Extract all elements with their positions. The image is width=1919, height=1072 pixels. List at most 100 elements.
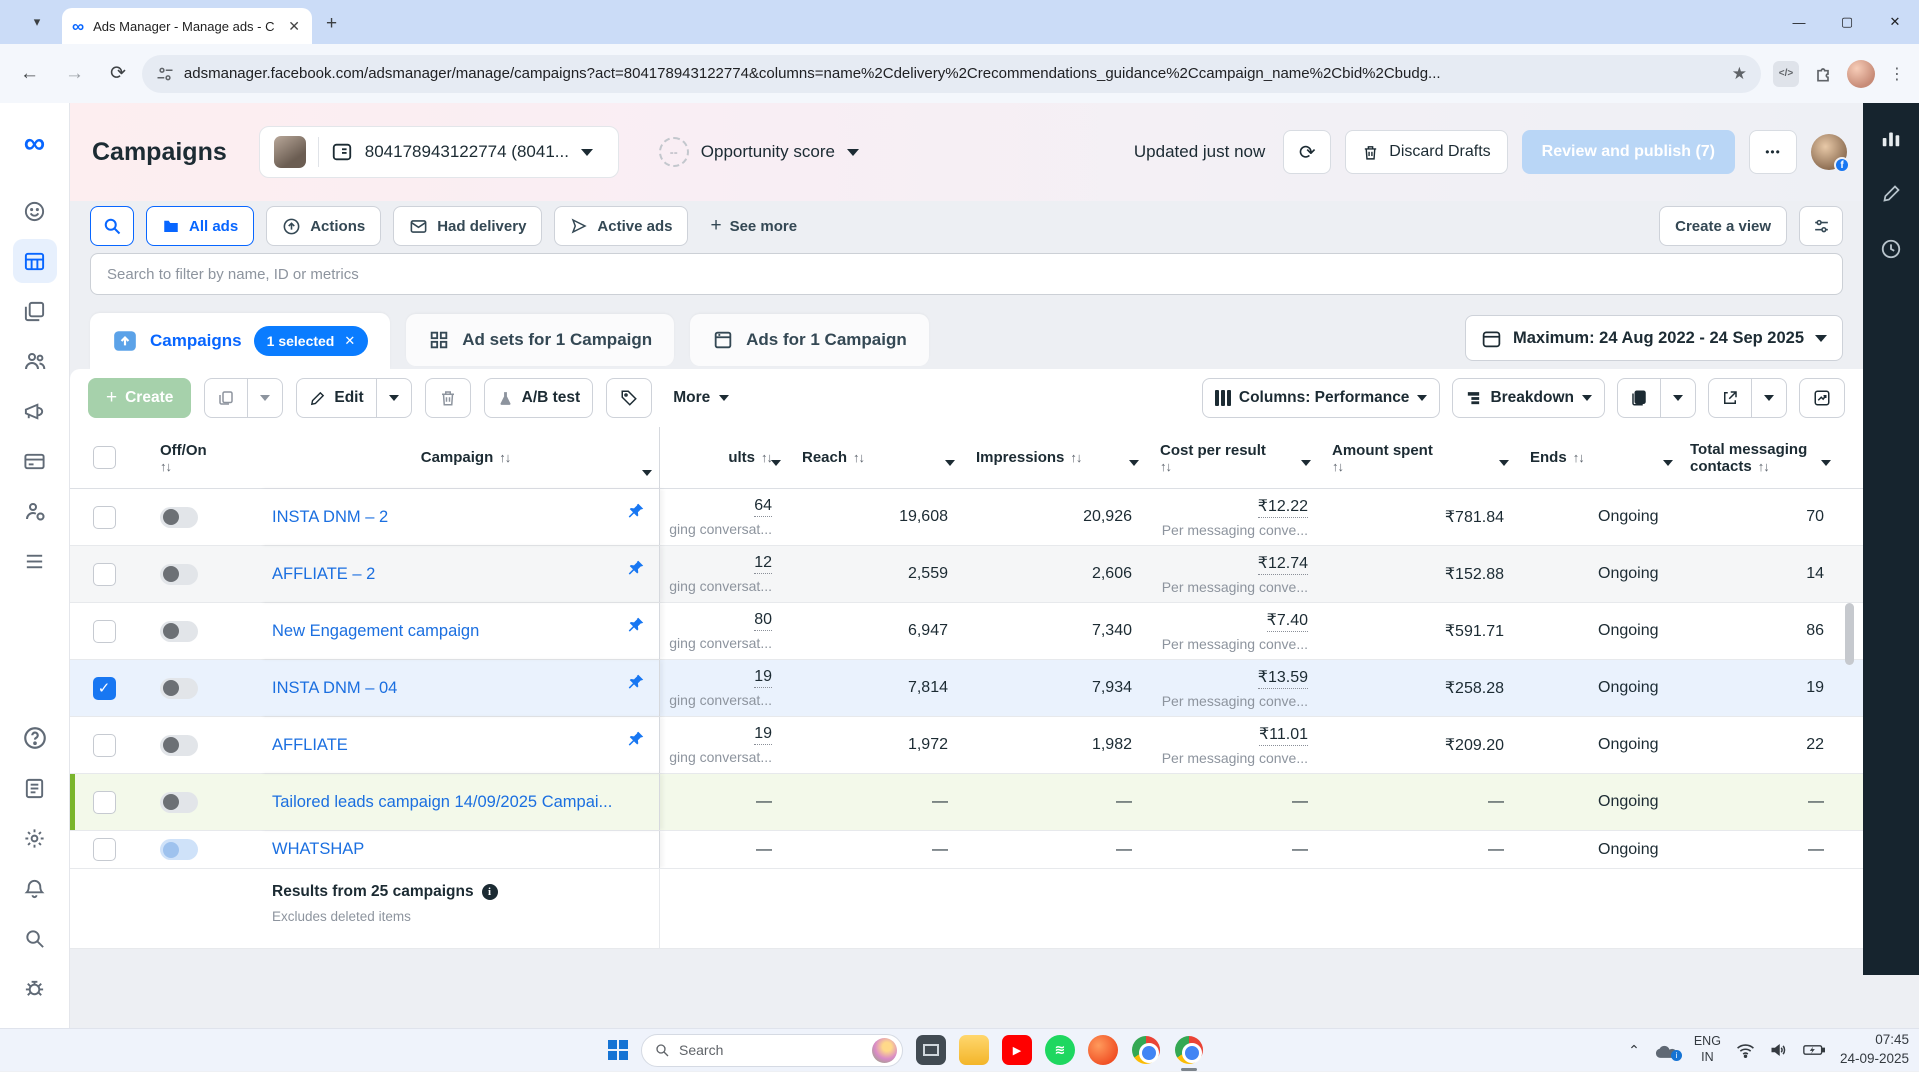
off-on-toggle[interactable] [160,621,198,642]
speaker-icon[interactable] [1770,1042,1788,1058]
table-row[interactable]: ✓ INSTA DNM – 04 19ging conversat... 7,8… [70,660,1863,717]
filter-actions[interactable]: Actions [266,206,381,246]
column-header-impressions[interactable]: Impressions↑↓ [962,427,1146,488]
history-clock-icon[interactable] [1880,238,1902,260]
row-toggle-cell[interactable] [138,603,260,659]
row-checkbox[interactable] [93,506,116,529]
taskbar-app-youtube[interactable]: ▶ [1002,1035,1032,1065]
battery-icon[interactable] [1803,1043,1825,1057]
campaign-name-link[interactable]: WHATSHAP [272,840,659,859]
campaign-cell[interactable]: AFFLIATE – 2 [260,546,660,602]
campaign-name-link[interactable]: New Engagement campaign [272,622,622,641]
filter-all-ads[interactable]: All ads [146,206,254,246]
tab-ads[interactable]: Ads for 1 Campaign [690,314,929,366]
sidebar-item-business-settings[interactable] [13,489,57,533]
column-header-reach[interactable]: Reach↑↓ [788,427,962,488]
clear-selection-icon[interactable]: ✕ [344,333,355,349]
taskbar-search[interactable]: Search [641,1034,903,1067]
row-checkbox-cell[interactable] [70,717,138,773]
tab-campaigns[interactable]: Campaigns 1 selected ✕ [90,313,390,369]
row-checkbox[interactable] [93,563,116,586]
sidebar-item-pages[interactable] [13,289,57,333]
row-checkbox-cell[interactable] [70,489,138,545]
edit-pencil-icon[interactable] [1881,183,1902,204]
more-button[interactable]: More [665,389,737,407]
extensions-puzzle-icon[interactable] [1813,64,1833,84]
filter-search-button[interactable] [90,206,134,246]
row-checkbox-cell[interactable]: ✓ [70,660,138,716]
delete-button[interactable] [425,378,471,418]
export-button[interactable] [1709,379,1751,417]
taskbar-clock[interactable]: 07:45 24-09-2025 [1840,1031,1909,1069]
row-toggle-cell[interactable] [138,774,260,830]
campaign-cell[interactable]: WHATSHAP [260,831,660,868]
duplicate-dropdown[interactable] [247,379,282,417]
table-row[interactable]: Tailored leads campaign 14/09/2025 Campa… [70,774,1863,831]
off-on-toggle[interactable] [160,839,198,860]
reports-dropdown[interactable] [1660,379,1695,417]
devtools-extension-icon[interactable]: </> [1773,61,1799,87]
campaign-cell[interactable]: New Engagement campaign [260,603,660,659]
off-on-toggle[interactable] [160,507,198,528]
campaign-cell[interactable]: AFFLIATE [260,717,660,773]
row-toggle-cell[interactable] [138,660,260,716]
opportunity-score[interactable]: -- Opportunity score [659,137,859,167]
sidebar-item-ads-reporting[interactable] [13,389,57,433]
refresh-button[interactable]: ⟳ [1283,130,1331,174]
sidebar-item-notes[interactable] [13,766,57,810]
campaign-name-link[interactable]: INSTA DNM – 2 [272,508,622,527]
table-row[interactable]: WHATSHAP — — — — — Ongoing — [70,831,1863,869]
select-all-checkbox-cell[interactable] [70,427,138,488]
discard-drafts-button[interactable]: Discard Drafts [1345,130,1507,174]
reports-button[interactable] [1618,379,1660,417]
address-bar[interactable]: adsmanager.facebook.com/adsmanager/manag… [142,55,1761,93]
meta-logo[interactable]: ∞ [24,129,45,159]
user-avatar[interactable]: f [1811,134,1847,170]
vertical-scrollbar-thumb[interactable] [1845,603,1854,665]
sidebar-item-account-overview[interactable] [13,189,57,233]
row-checkbox-cell[interactable] [70,774,138,830]
sidebar-item-campaigns[interactable] [13,239,57,283]
campaign-name-link[interactable]: AFFLIATE – 2 [272,565,622,584]
column-header-results[interactable]: ults↑↓ [660,427,788,488]
row-checkbox-cell[interactable] [70,546,138,602]
taskbar-app-browser2[interactable] [1088,1035,1118,1065]
tray-chevron-up-icon[interactable]: ⌃ [1628,1042,1640,1059]
account-selector[interactable]: 804178943122774 (8041... [259,126,619,178]
export-dropdown[interactable] [1751,379,1786,417]
browser-tab[interactable]: ∞ Ads Manager - Manage ads - C ✕ [62,8,312,44]
row-checkbox[interactable] [93,791,116,814]
table-row[interactable]: INSTA DNM – 2 64ging conversat... 19,608… [70,489,1863,546]
edit-dropdown[interactable] [376,379,411,417]
sidebar-item-all-tools[interactable] [13,539,57,583]
table-row[interactable]: AFFLIATE 19ging conversat... 1,972 1,982… [70,717,1863,774]
row-toggle-cell[interactable] [138,546,260,602]
selection-badge[interactable]: 1 selected ✕ [254,326,369,356]
tag-button[interactable] [606,378,652,418]
sidebar-item-billing[interactable] [13,439,57,483]
table-row[interactable]: New Engagement campaign 80ging conversat… [70,603,1863,660]
info-icon[interactable]: i [482,884,498,900]
tab-search-chevron-icon[interactable]: ▾ [22,7,52,37]
see-more-button[interactable]: + See more [710,215,797,237]
off-on-toggle[interactable] [160,564,198,585]
row-checkbox[interactable] [93,838,116,861]
browser-menu-icon[interactable]: ⋮ [1889,64,1905,84]
insights-chart-icon[interactable] [1880,127,1902,149]
more-options-button[interactable]: ••• [1749,130,1797,174]
row-checkbox-cell[interactable] [70,603,138,659]
row-toggle-cell[interactable] [138,489,260,545]
review-publish-button[interactable]: Review and publish (7) [1522,130,1735,174]
edit-button[interactable]: Edit [297,379,375,417]
filter-active-ads[interactable]: Active ads [554,206,688,246]
duplicate-button[interactable] [205,379,247,417]
table-filter-input[interactable]: Search to filter by name, ID or metrics [90,253,1843,295]
taskbar-app-widgets[interactable] [916,1035,946,1065]
table-row[interactable]: AFFLIATE – 2 12ging conversat... 2,559 2… [70,546,1863,603]
off-on-toggle[interactable] [160,678,198,699]
ab-test-button[interactable]: A/B test [485,379,593,417]
window-maximize-button[interactable]: ▢ [1823,0,1871,44]
back-button[interactable]: ← [20,63,39,85]
campaign-cell[interactable]: INSTA DNM – 2 [260,489,660,545]
window-close-button[interactable]: ✕ [1871,0,1919,44]
